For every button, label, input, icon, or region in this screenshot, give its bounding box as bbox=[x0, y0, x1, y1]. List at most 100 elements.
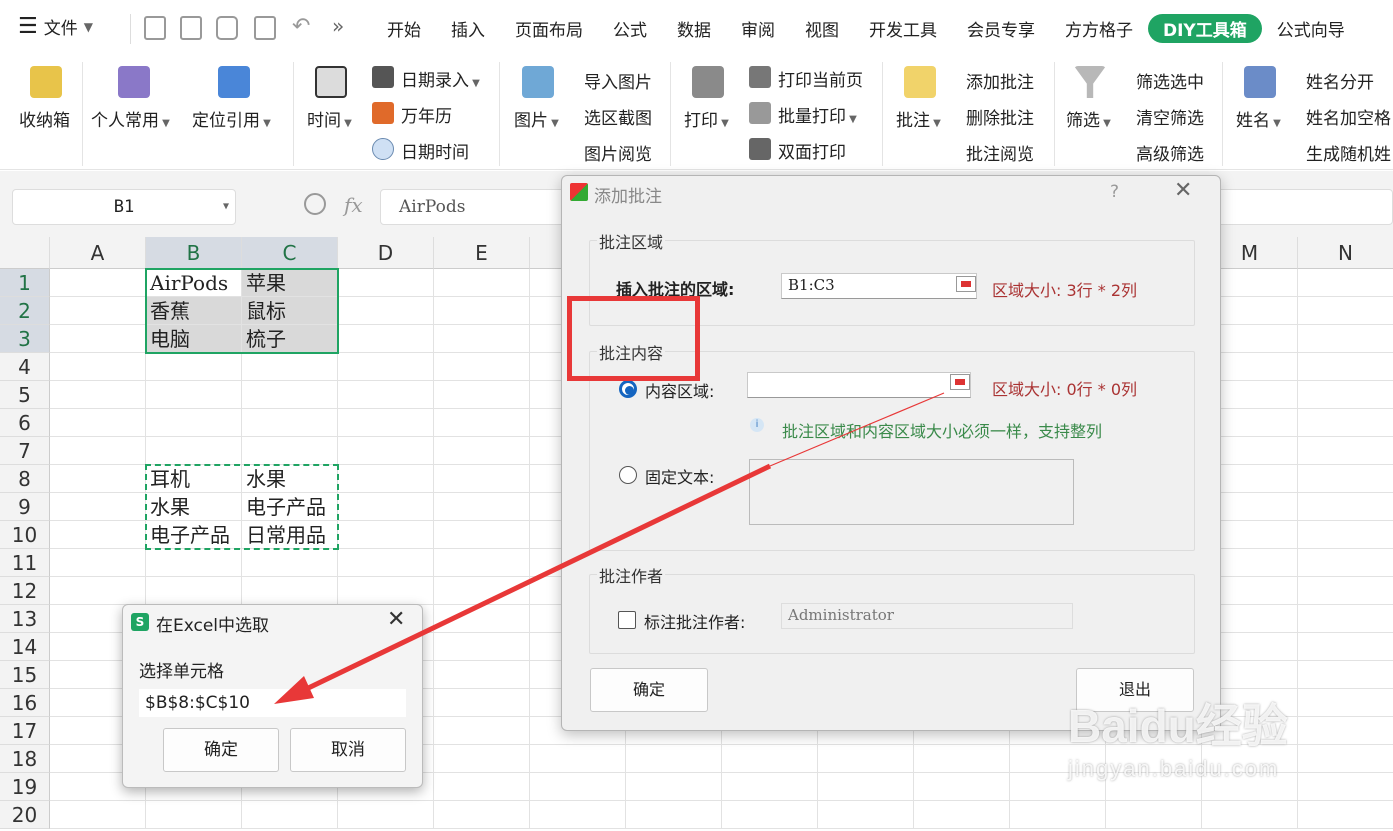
cell-n19[interactable] bbox=[1298, 773, 1393, 801]
time-button[interactable]: 时间 ▼ bbox=[307, 106, 352, 131]
filter-button[interactable]: 筛选 ▼ bbox=[1066, 106, 1111, 131]
picker-ok-button[interactable]: 确定 bbox=[163, 728, 279, 772]
cell-c7[interactable] bbox=[242, 437, 338, 465]
column-header-n[interactable]: N bbox=[1298, 237, 1393, 269]
cell-c4[interactable] bbox=[242, 353, 338, 381]
personal-common-button[interactable]: 个人常用 ▼ bbox=[91, 106, 170, 131]
cell-a10[interactable] bbox=[50, 521, 146, 549]
undo-icon[interactable]: ↶ bbox=[292, 14, 310, 39]
toolbox-icon[interactable] bbox=[30, 66, 62, 98]
picker-range-input[interactable]: $B$8:$C$10 bbox=[139, 689, 406, 717]
tab-data[interactable]: 数据 bbox=[662, 14, 726, 43]
cell-b7[interactable] bbox=[146, 437, 242, 465]
cell-n12[interactable] bbox=[1298, 577, 1393, 605]
row-header-20[interactable]: 20 bbox=[0, 801, 50, 829]
row-header-17[interactable]: 17 bbox=[0, 717, 50, 745]
print-icon[interactable] bbox=[216, 16, 238, 40]
tab-fangfang[interactable]: 方方格子 bbox=[1050, 14, 1148, 43]
row-header-10[interactable]: 10 bbox=[0, 521, 50, 549]
tab-page-layout[interactable]: 页面布局 bbox=[500, 14, 598, 43]
cell-e14[interactable] bbox=[434, 633, 530, 661]
fx-icon[interactable]: fx bbox=[344, 193, 363, 217]
file-menu[interactable]: ☰ 文件 ▼ bbox=[18, 14, 93, 39]
chevron-down-icon[interactable]: ▼ bbox=[223, 190, 229, 224]
column-header-a[interactable]: A bbox=[50, 237, 146, 269]
select-all-corner[interactable] bbox=[0, 237, 50, 269]
cell-h19[interactable] bbox=[722, 773, 818, 801]
cell-n15[interactable] bbox=[1298, 661, 1393, 689]
cell-d12[interactable] bbox=[338, 577, 434, 605]
cell-n13[interactable] bbox=[1298, 605, 1393, 633]
row-header-14[interactable]: 14 bbox=[0, 633, 50, 661]
delete-comment-button[interactable]: 删除批注 bbox=[966, 104, 1034, 129]
cell-e1[interactable] bbox=[434, 269, 530, 297]
import-picture-button[interactable]: 导入图片 bbox=[584, 68, 652, 93]
row-header-18[interactable]: 18 bbox=[0, 745, 50, 773]
row-header-5[interactable]: 5 bbox=[0, 381, 50, 409]
row-header-1[interactable]: 1 bbox=[0, 269, 50, 297]
cell-a3[interactable] bbox=[50, 325, 146, 353]
cell-n9[interactable] bbox=[1298, 493, 1393, 521]
print-current-page-button[interactable]: 打印当前页 bbox=[778, 66, 863, 91]
name-add-space-button[interactable]: 姓名加空格 bbox=[1306, 104, 1391, 129]
cell-d8[interactable] bbox=[338, 465, 434, 493]
ok-button[interactable]: 确定 bbox=[590, 668, 708, 712]
cell-n10[interactable] bbox=[1298, 521, 1393, 549]
row-header-13[interactable]: 13 bbox=[0, 605, 50, 633]
advanced-filter-button[interactable]: 高级筛选 bbox=[1136, 140, 1204, 165]
cell-d3[interactable] bbox=[338, 325, 434, 353]
tab-home[interactable]: 开始 bbox=[372, 14, 436, 43]
cell-b11[interactable] bbox=[146, 549, 242, 577]
cell-d5[interactable] bbox=[338, 381, 434, 409]
row-header-6[interactable]: 6 bbox=[0, 409, 50, 437]
cell-e15[interactable] bbox=[434, 661, 530, 689]
cell-e6[interactable] bbox=[434, 409, 530, 437]
locate-icon[interactable] bbox=[218, 66, 250, 98]
cell-n1[interactable] bbox=[1298, 269, 1393, 297]
name-button[interactable]: 姓名 ▼ bbox=[1236, 106, 1281, 131]
more-icon[interactable]: » bbox=[332, 14, 344, 38]
cell-n18[interactable] bbox=[1298, 745, 1393, 773]
cell-n17[interactable] bbox=[1298, 717, 1393, 745]
cell-d11[interactable] bbox=[338, 549, 434, 577]
locate-reference-button[interactable]: 定位引用 ▼ bbox=[192, 106, 271, 131]
filter-selected-button[interactable]: 筛选选中 bbox=[1136, 68, 1204, 93]
cell-f18[interactable] bbox=[530, 745, 626, 773]
add-comment-button[interactable]: 添加批注 bbox=[966, 68, 1034, 93]
help-icon[interactable]: ? bbox=[1110, 182, 1119, 202]
cell-e9[interactable] bbox=[434, 493, 530, 521]
cell-a8[interactable] bbox=[50, 465, 146, 493]
tab-member[interactable]: 会员专享 bbox=[952, 14, 1050, 43]
cell-e18[interactable] bbox=[434, 745, 530, 773]
close-icon[interactable]: ✕ bbox=[387, 607, 405, 632]
cell-a5[interactable] bbox=[50, 381, 146, 409]
cell-a1[interactable] bbox=[50, 269, 146, 297]
cell-m20[interactable] bbox=[1202, 801, 1298, 829]
row-header-2[interactable]: 2 bbox=[0, 297, 50, 325]
cell-e4[interactable] bbox=[434, 353, 530, 381]
row-header-15[interactable]: 15 bbox=[0, 661, 50, 689]
cell-a2[interactable] bbox=[50, 297, 146, 325]
cell-g20[interactable] bbox=[626, 801, 722, 829]
cell-b6[interactable] bbox=[146, 409, 242, 437]
date-time-button[interactable]: 日期时间 bbox=[401, 138, 469, 163]
cell-a7[interactable] bbox=[50, 437, 146, 465]
tab-formulas[interactable]: 公式 bbox=[598, 14, 662, 43]
clear-filter-button[interactable]: 清空筛选 bbox=[1136, 104, 1204, 129]
cell-n8[interactable] bbox=[1298, 465, 1393, 493]
close-icon[interactable]: ✕ bbox=[1174, 178, 1192, 203]
cell-a20[interactable] bbox=[50, 801, 146, 829]
row-header-16[interactable]: 16 bbox=[0, 689, 50, 717]
split-name-button[interactable]: 姓名分开 bbox=[1306, 68, 1374, 93]
tab-review[interactable]: 审阅 bbox=[726, 14, 790, 43]
row-header-11[interactable]: 11 bbox=[0, 549, 50, 577]
range-picker-icon[interactable] bbox=[956, 276, 976, 292]
zoom-icon[interactable] bbox=[304, 193, 326, 215]
chevron-down-icon[interactable]: ▼ bbox=[84, 20, 93, 34]
cell-b4[interactable] bbox=[146, 353, 242, 381]
perpetual-calendar-button[interactable]: 万年历 bbox=[401, 102, 452, 127]
author-input[interactable]: Administrator bbox=[781, 603, 1073, 629]
cell-h18[interactable] bbox=[722, 745, 818, 773]
cell-f19[interactable] bbox=[530, 773, 626, 801]
row-header-19[interactable]: 19 bbox=[0, 773, 50, 801]
